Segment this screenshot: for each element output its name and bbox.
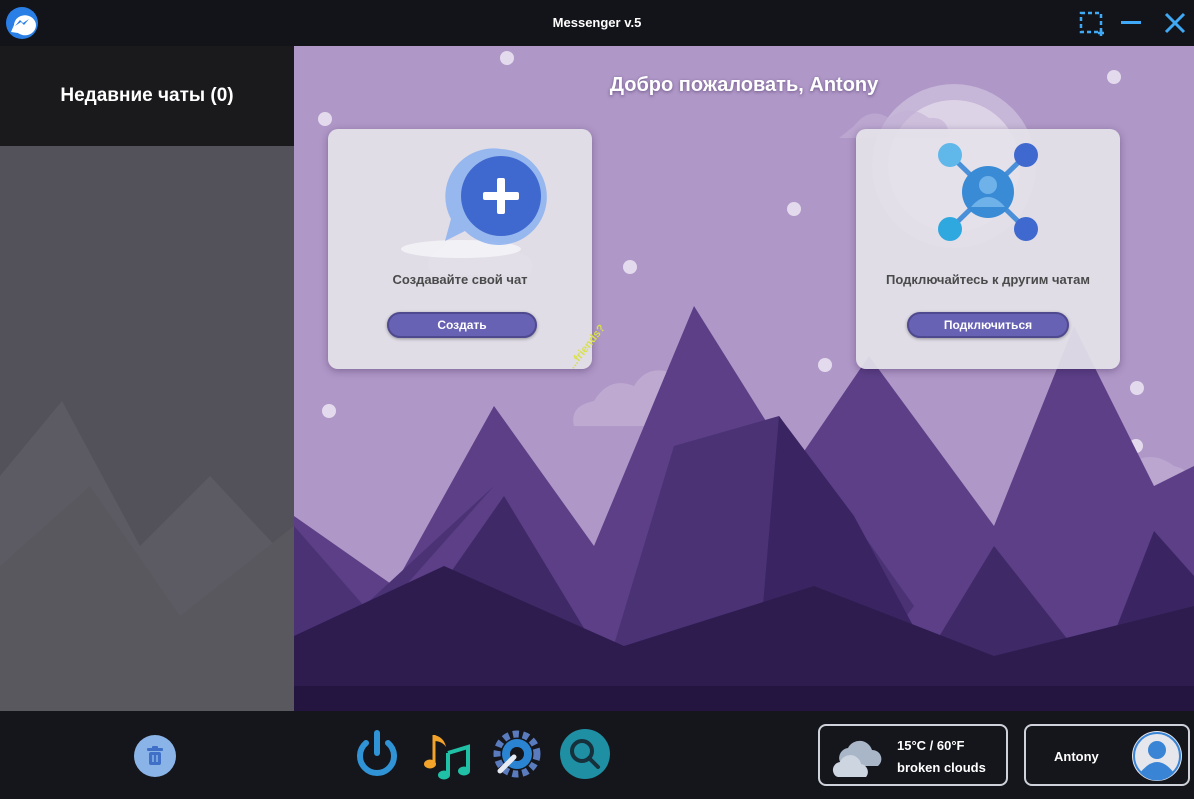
create-chat-button[interactable]: Создать (387, 312, 537, 338)
create-chat-card: Создавайте свой чат Создать (328, 129, 592, 369)
settings-icon[interactable] (490, 727, 544, 781)
weather-widget: 15°C / 60°F broken clouds (818, 724, 1008, 786)
user-icon (1133, 732, 1181, 781)
chat-plus-icon (401, 148, 547, 258)
welcome-heading: Добро пожаловать, Antony (609, 74, 879, 96)
connect-chat-label: Подключайтесь к другим чатам (886, 272, 1090, 287)
close-icon[interactable] (1160, 8, 1190, 38)
user-profile-button[interactable]: Antony (1024, 724, 1190, 786)
recent-chats-title: Недавние чаты (0) (60, 85, 234, 106)
weather-condition: broken clouds (897, 760, 986, 775)
user-name: Antony (1054, 749, 1099, 764)
search-icon[interactable] (558, 727, 612, 781)
trash-icon (147, 746, 163, 765)
temperature: 15°C / 60°F (897, 738, 965, 753)
sidebar-background (0, 401, 294, 711)
connect-chat-button[interactable]: Подключиться (907, 312, 1069, 338)
recent-chats-sidebar: Недавние чаты (0) (0, 46, 294, 711)
minimize-icon[interactable] (1116, 8, 1146, 38)
network-user-icon (938, 143, 1038, 241)
cloud-icon (832, 740, 882, 777)
main-panel: Добро пожаловать, Antony Создавайте свой… (294, 46, 1194, 711)
music-icon[interactable] (420, 727, 474, 781)
window-title: Messenger v.5 (552, 15, 642, 30)
sidebar-header: Недавние чаты (0) (0, 46, 294, 146)
bottom-bar: 15°C / 60°F broken clouds Antony (0, 711, 1194, 799)
avatar (1132, 731, 1182, 781)
trash-button[interactable] (134, 735, 176, 777)
snip-icon[interactable] (1078, 8, 1108, 38)
create-chat-label: Создавайте свой чат (392, 272, 528, 287)
connect-chat-card: Подключайтесь к другим чатам Подключитьс… (856, 129, 1120, 369)
title-bar: Messenger v.5 (0, 0, 1194, 46)
power-icon[interactable] (350, 727, 404, 781)
